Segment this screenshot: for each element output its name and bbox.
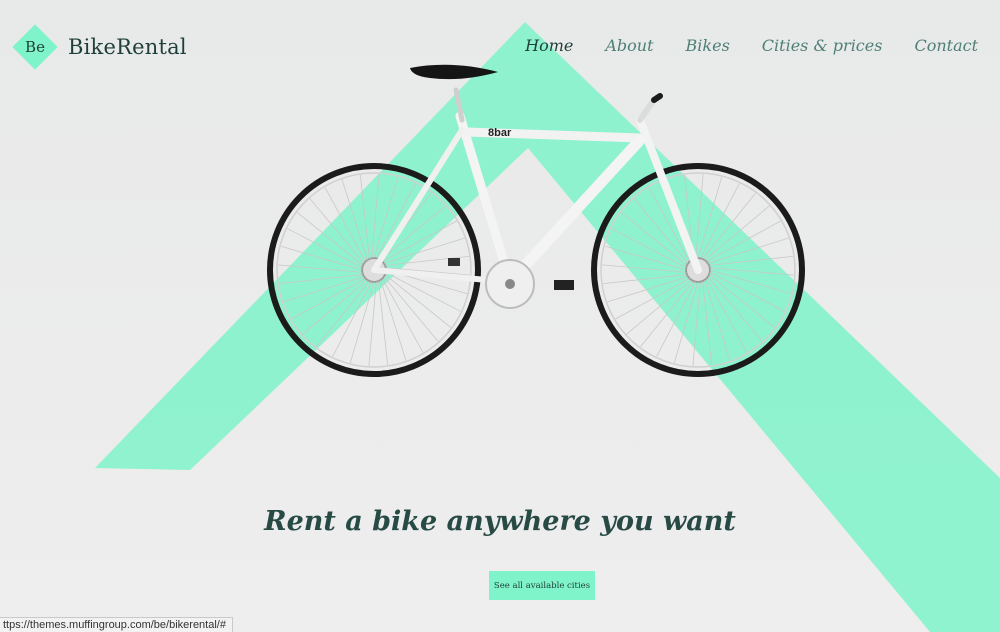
bike-image: 8bar xyxy=(267,64,805,377)
nav-cities-prices[interactable]: Cities & prices xyxy=(762,36,883,55)
main-nav: Home About Bikes Cities & prices Contact xyxy=(525,36,978,55)
logo-mark-text: Be xyxy=(25,38,45,56)
nav-home[interactable]: Home xyxy=(525,36,573,55)
nav-about[interactable]: About xyxy=(605,36,653,55)
see-all-cities-button[interactable]: See all available cities xyxy=(489,571,595,600)
hero-title: Rent a bike anywhere you want xyxy=(264,506,736,538)
nav-bikes[interactable]: Bikes xyxy=(686,36,730,55)
logo-icon: Be xyxy=(12,24,58,70)
logo-link[interactable]: Be BikeRental xyxy=(12,24,187,70)
seat-icon xyxy=(410,64,498,80)
bike-brand-label: 8bar xyxy=(488,127,512,139)
site-name: BikeRental xyxy=(68,35,187,59)
page: Be BikeRental Home About Bikes Cities & … xyxy=(0,0,1000,632)
nav-contact[interactable]: Contact xyxy=(914,36,978,55)
status-bar-url: ttps://themes.muffingroup.com/be/bikeren… xyxy=(0,617,233,632)
